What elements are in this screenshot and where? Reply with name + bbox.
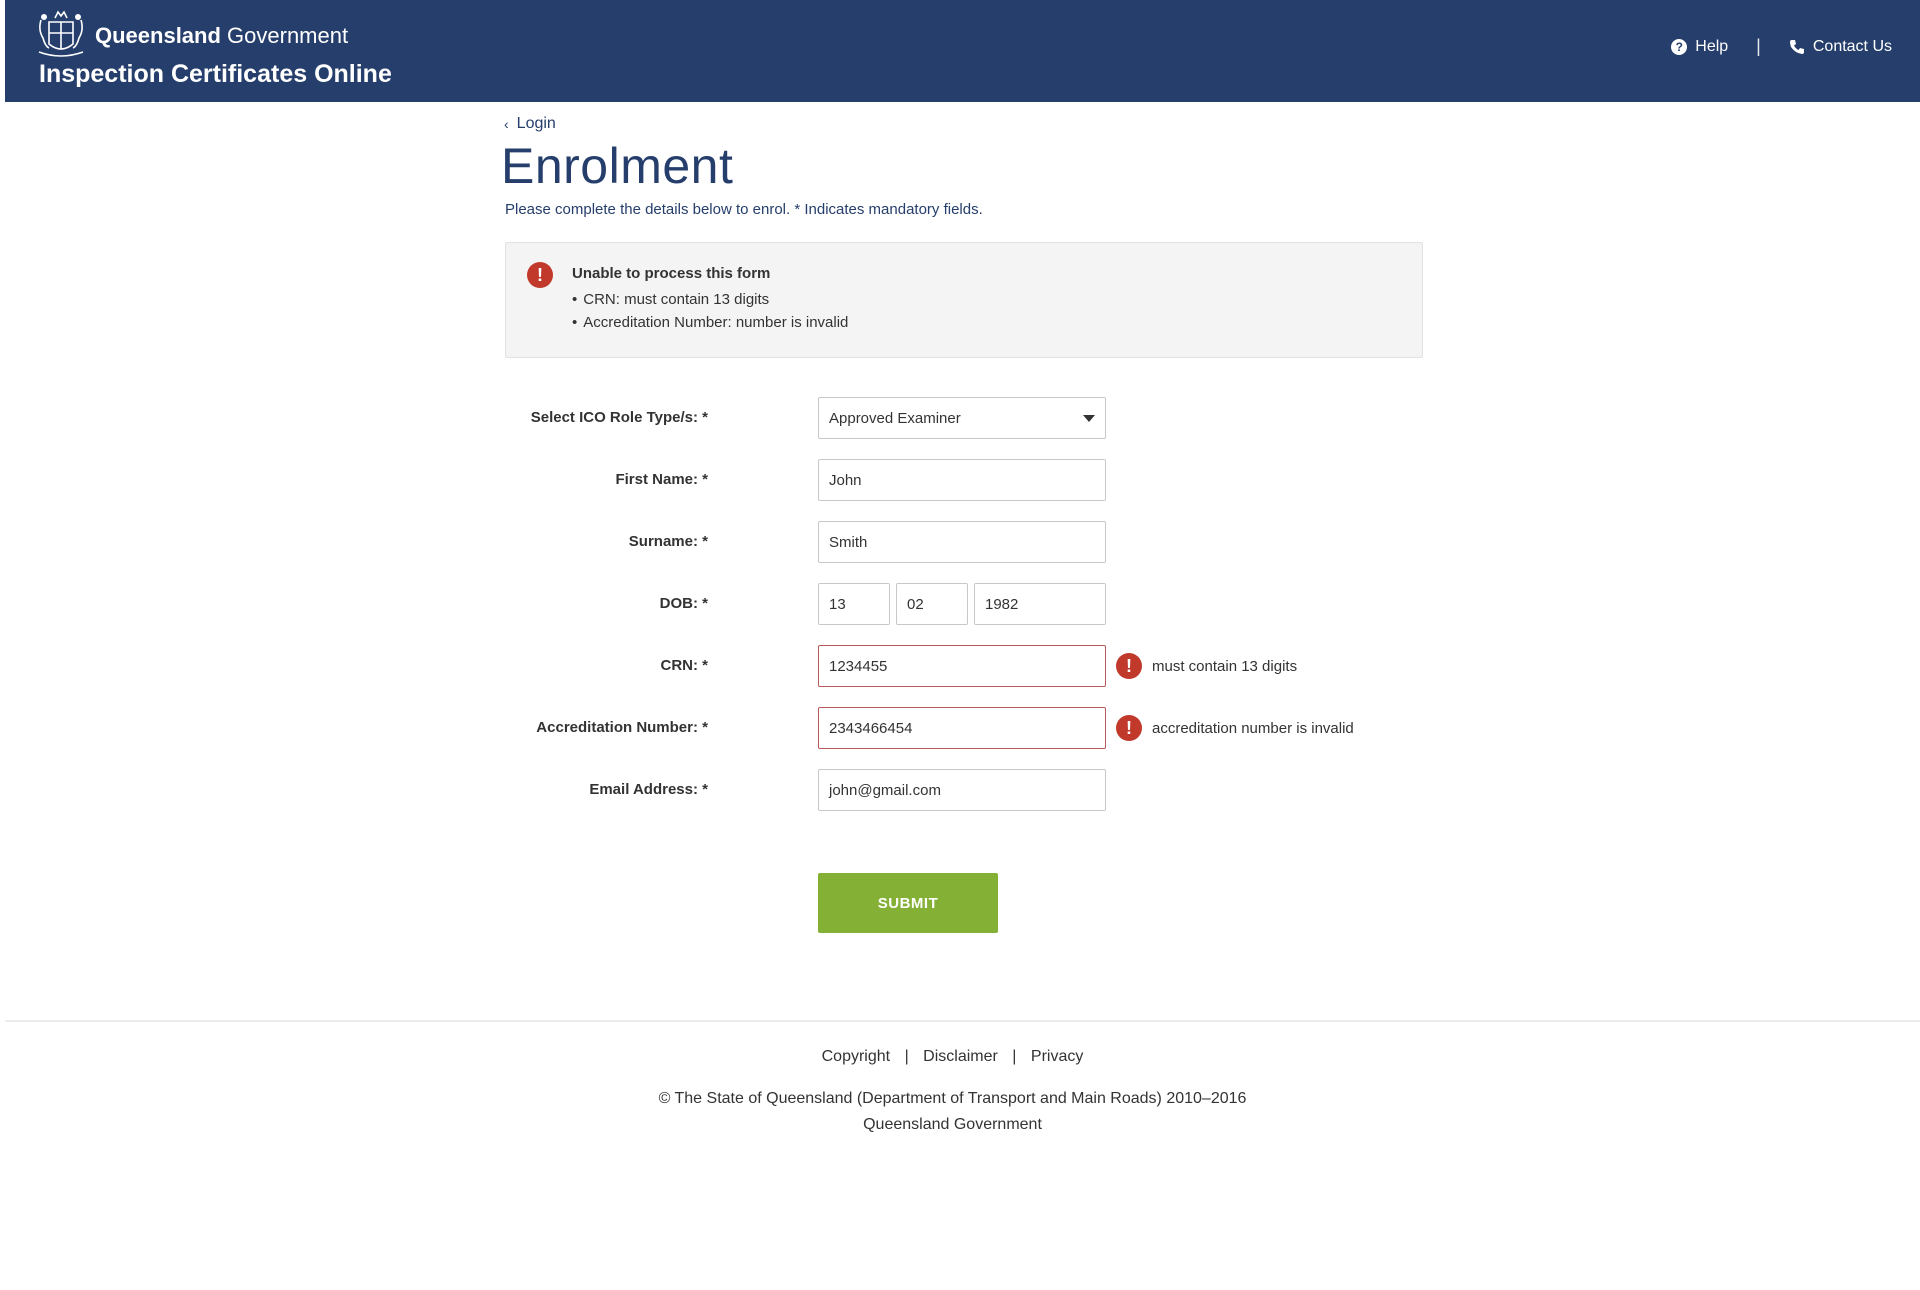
- crn-error-text: must contain 13 digits: [1152, 657, 1298, 675]
- error-item: Accreditation Number: number is invalid: [572, 314, 848, 331]
- email-label: Email Address: *: [589, 781, 708, 798]
- header-links: ? Help | Contact Us: [1671, 36, 1892, 57]
- app-title[interactable]: Inspection Certificates Online: [39, 60, 392, 89]
- email-row: Email Address: * john@gmail.com: [502, 769, 1422, 811]
- footer-copyright: © The State of Queensland (Department of…: [0, 1086, 1905, 1138]
- role-label: Select ICO Role Type/s: *: [530, 409, 708, 426]
- first-name-label: First Name: *: [615, 471, 708, 488]
- error-icon: !: [1116, 653, 1142, 679]
- role-select-value: Approved Examiner: [829, 409, 961, 427]
- surname-label: Surname: *: [628, 533, 708, 550]
- phone-icon: [1789, 39, 1804, 54]
- accreditation-label: Accreditation Number: *: [536, 719, 708, 736]
- submit-button[interactable]: SUBMIT: [818, 873, 998, 933]
- crn-error: ! must contain 13 digits: [1116, 653, 1297, 679]
- accreditation-error-text: accreditation number is invalid: [1152, 719, 1354, 737]
- error-icon: !: [527, 262, 553, 288]
- copyright-link[interactable]: Copyright: [822, 1048, 890, 1065]
- error-list: CRN: must contain 13 digits Accreditatio…: [572, 291, 848, 337]
- accreditation-error: ! accreditation number is invalid: [1116, 715, 1354, 741]
- footer-separator: |: [1012, 1048, 1017, 1065]
- error-item: CRN: must contain 13 digits: [572, 291, 848, 308]
- email-input[interactable]: john@gmail.com: [818, 769, 1106, 811]
- caret-down-icon: [1083, 415, 1095, 422]
- dob-row: DOB: * 13 02 1982: [502, 583, 1422, 625]
- error-summary: ! Unable to process this form CRN: must …: [505, 242, 1423, 358]
- privacy-link[interactable]: Privacy: [1031, 1048, 1083, 1065]
- first-name-row: First Name: * John: [502, 459, 1422, 501]
- help-icon: ?: [1671, 38, 1688, 55]
- footer-links: Copyright | Disclaimer | Privacy: [0, 1048, 1905, 1066]
- dob-year-input[interactable]: 1982: [974, 583, 1106, 625]
- contact-us-link[interactable]: Contact Us: [1789, 38, 1892, 56]
- crn-label: CRN: *: [660, 657, 709, 674]
- dob-month-input[interactable]: 02: [896, 583, 968, 625]
- accreditation-row: Accreditation Number: * 2343466454 ! acc…: [502, 707, 1422, 749]
- government-name: Queensland Government: [95, 23, 349, 48]
- footer-divider: [5, 1020, 1920, 1022]
- breadcrumb-login[interactable]: ‹ Login: [504, 115, 1422, 133]
- surname-input[interactable]: Smith: [818, 521, 1106, 563]
- queensland-crest-icon: [38, 10, 84, 57]
- header-separator: |: [1756, 36, 1761, 56]
- error-summary-title: Unable to process this form: [572, 265, 771, 282]
- accreditation-input[interactable]: 2343466454: [818, 707, 1106, 749]
- chevron-left-icon: ‹: [504, 116, 509, 132]
- crn-row: CRN: * 1234455 ! must contain 13 digits: [502, 645, 1422, 687]
- role-select[interactable]: Approved Examiner: [818, 397, 1106, 439]
- dob-label: DOB: *: [659, 595, 708, 612]
- help-link[interactable]: ? Help: [1671, 38, 1728, 56]
- intro-text: Please complete the details below to enr…: [505, 201, 983, 218]
- crn-input[interactable]: 1234455: [818, 645, 1106, 687]
- copyright-text: © The State of Queensland (Department of…: [658, 1090, 1247, 1107]
- site-header: Queensland Government Inspection Certifi…: [5, 0, 1920, 102]
- disclaimer-link[interactable]: Disclaimer: [923, 1048, 998, 1065]
- main-content: ‹ Login Enrolment Please complete the de…: [501, 115, 1423, 933]
- first-name-input[interactable]: John: [818, 459, 1106, 501]
- footer-org: Queensland Government: [863, 1116, 1042, 1133]
- dob-day-input[interactable]: 13: [818, 583, 890, 625]
- surname-row: Surname: * Smith: [502, 521, 1422, 563]
- role-row: Select ICO Role Type/s: * Approved Exami…: [502, 397, 1422, 439]
- error-icon: !: [1116, 715, 1142, 741]
- footer-separator: |: [904, 1048, 909, 1065]
- page-title: Enrolment: [501, 138, 734, 194]
